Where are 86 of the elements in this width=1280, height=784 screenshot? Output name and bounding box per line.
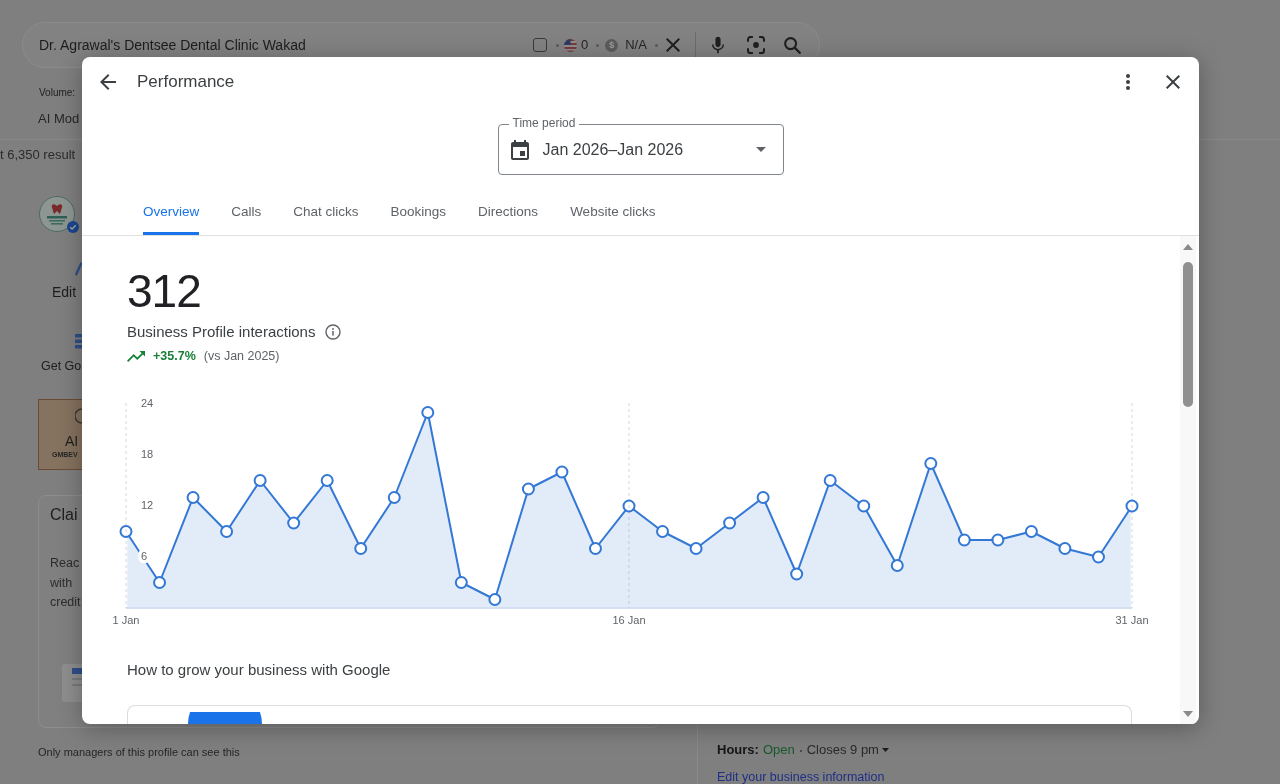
action-button[interactable]: Get Go — [41, 359, 82, 373]
point — [186, 491, 200, 504]
card-text: Reac with credit — [50, 555, 81, 611]
scroll-up-icon[interactable] — [1183, 244, 1193, 250]
checkbox[interactable] — [533, 38, 547, 52]
point — [857, 499, 871, 513]
info-icon[interactable] — [325, 324, 342, 340]
tab[interactable]: Overview — [143, 193, 200, 235]
edit-link[interactable]: Edit your business information — [717, 772, 885, 783]
scrollbar-thumb[interactable] — [1183, 262, 1193, 407]
tab[interactable]: Calls — [231, 193, 262, 235]
point — [253, 474, 267, 487]
caret-down-icon — [755, 147, 766, 152]
point — [622, 499, 636, 513]
scroll-down-icon[interactable] — [1183, 711, 1193, 717]
point — [723, 516, 737, 530]
point — [488, 593, 502, 606]
caret-down-icon[interactable] — [881, 748, 889, 752]
point — [387, 491, 401, 504]
point — [1024, 525, 1038, 538]
close-icon[interactable] — [665, 38, 680, 52]
point — [320, 474, 334, 487]
metric-label: Business Profile interactions — [127, 322, 316, 342]
metric-value: 312 — [127, 268, 201, 314]
logo-icon — [39, 196, 75, 232]
point — [823, 474, 837, 487]
tab[interactable]: Directions — [478, 193, 539, 235]
point — [287, 516, 301, 530]
microphone-icon[interactable] — [711, 36, 724, 54]
axis-label: 16 Jan — [612, 613, 646, 626]
pencil-icon — [75, 262, 82, 276]
point — [656, 525, 670, 538]
promo-title: AI — [65, 434, 79, 448]
point — [890, 559, 904, 572]
axis-label: 12 — [141, 498, 154, 511]
tab[interactable]: Chat clicks — [293, 193, 359, 235]
point — [354, 542, 368, 555]
search-input[interactable]: Dr. Agrawal's Dentsee Dental Clinic Wakad — [39, 35, 515, 55]
kebab-menu-icon[interactable] — [1126, 74, 1130, 90]
volume-label: Volume: — [39, 87, 76, 98]
search-icon[interactable] — [783, 36, 801, 54]
card-title: Clai — [50, 506, 78, 524]
point — [790, 567, 804, 581]
hours-text: Hours: Open Closes 9 pm — [717, 742, 879, 758]
close-icon[interactable] — [1166, 75, 1180, 89]
scrollbar[interactable] — [1180, 236, 1196, 724]
point — [756, 491, 770, 504]
point — [588, 542, 602, 555]
section-title: How to grow your business with Google — [127, 660, 391, 680]
point — [991, 533, 1005, 547]
point — [555, 465, 569, 479]
point — [1125, 499, 1139, 513]
point — [1091, 550, 1105, 564]
axis-label: 24 — [141, 396, 154, 409]
action-button[interactable]: Edit — [52, 285, 77, 299]
back-arrow-icon[interactable] — [100, 74, 116, 90]
comparison-text: (vs Jan 2025) — [203, 347, 280, 365]
point — [119, 525, 133, 538]
change-percent: +35.7% — [153, 347, 196, 365]
point — [957, 533, 971, 547]
count-text: 0 — [581, 36, 589, 55]
grid-icon — [75, 334, 82, 349]
point — [1058, 542, 1072, 555]
point — [421, 406, 435, 419]
tab[interactable]: Bookings — [390, 193, 447, 235]
point — [220, 525, 234, 538]
calendar-icon — [510, 139, 529, 160]
axis-label: 31 Jan — [1115, 613, 1149, 626]
results-count: t 6,350 result — [0, 147, 76, 162]
point — [689, 542, 703, 555]
axis-label: 1 Jan — [112, 613, 140, 626]
point — [521, 482, 535, 496]
tab[interactable]: Website clicks — [570, 193, 656, 235]
point — [924, 457, 938, 470]
note-text: Only managers of this profile can see this — [38, 745, 240, 759]
verified-badge-icon — [67, 221, 79, 233]
point — [153, 576, 167, 589]
dollar-icon: $ — [605, 38, 619, 52]
axis-label: 18 — [141, 447, 154, 460]
price-text: N/A — [625, 36, 647, 55]
field-label: Time period — [508, 116, 580, 130]
dialog-title: Performance — [137, 71, 235, 94]
point — [454, 576, 468, 589]
nav-tab[interactable]: AI Mod — [38, 111, 80, 127]
camera-icon[interactable] — [746, 36, 765, 54]
flag-icon — [564, 38, 577, 52]
